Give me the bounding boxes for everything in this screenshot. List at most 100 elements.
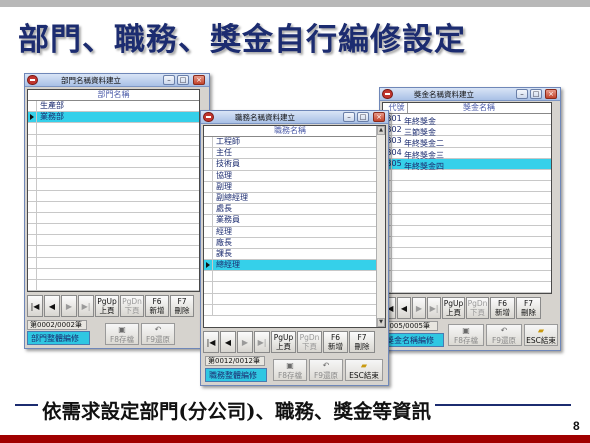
page-down-button[interactable]: PgDn 下頁 <box>466 297 489 319</box>
job-edit-tab[interactable]: 職務整體編修 <box>205 368 267 382</box>
prev-record-button[interactable]: ◀ <box>44 295 60 317</box>
table-row[interactable] <box>383 248 551 260</box>
scroll-down-arrow[interactable]: ▼ <box>377 318 385 327</box>
job-titlebar[interactable]: 職務名稱資料建立 – □ × <box>201 111 388 124</box>
page-up-button[interactable]: PgUp 上頁 <box>442 297 465 319</box>
column-header[interactable]: 職務名稱 <box>204 126 376 137</box>
table-row[interactable] <box>383 270 551 282</box>
delete-button[interactable]: F7 刪除 <box>516 297 541 319</box>
table-row[interactable] <box>28 246 199 258</box>
table-row[interactable] <box>383 281 551 293</box>
exit-button[interactable]: ▰ ESC結束 <box>524 324 558 346</box>
table-row[interactable] <box>28 179 199 191</box>
minimize-button[interactable]: – <box>516 89 528 99</box>
table-row[interactable]: 副理 <box>204 181 376 193</box>
bonus-grid[interactable]: 代號 獎金名稱 B01 年終獎金 B02 三節獎金 B03 年終獎金二 B04 年終獎金三 B0… <box>382 102 552 294</box>
table-row[interactable] <box>28 268 199 280</box>
table-row[interactable] <box>383 214 551 226</box>
first-record-button[interactable]: |◀ <box>27 295 43 317</box>
table-row[interactable]: B01 年終獎金 <box>383 114 551 126</box>
table-row[interactable] <box>383 259 551 271</box>
last-record-button[interactable]: ▶| <box>254 331 270 353</box>
table-row[interactable] <box>204 304 376 316</box>
table-row[interactable] <box>383 225 551 238</box>
job-grid[interactable]: 職務名稱 工程師 主任 技術員 協理 副理 副總經理 處長 業務員 經理 廠長 課長 總經理 ▲ ▼ <box>203 125 386 328</box>
table-row[interactable] <box>28 168 199 180</box>
table-row[interactable] <box>28 190 199 202</box>
bonus-edit-tab[interactable]: 獎金名稱編修 <box>382 333 444 347</box>
table-row[interactable] <box>28 156 199 169</box>
minimize-button[interactable]: – <box>163 75 175 85</box>
undo-button[interactable]: ↶ F9還原 <box>486 324 522 346</box>
close-button[interactable]: × <box>193 75 205 85</box>
table-row[interactable]: 經理 <box>204 226 376 238</box>
prev-record-button[interactable]: ◀ <box>397 297 411 319</box>
next-record-button[interactable]: ▶ <box>237 331 253 353</box>
table-row[interactable]: 工程師 <box>204 137 376 149</box>
dept-grid[interactable]: 部門名稱 生產部 業務部 <box>27 89 200 292</box>
table-row[interactable] <box>28 134 199 146</box>
table-row[interactable] <box>204 271 376 283</box>
maximize-button[interactable]: □ <box>357 112 369 122</box>
undo-button[interactable]: ↶ F9還原 <box>309 359 343 381</box>
save-button[interactable]: ▣ F8存檔 <box>105 323 139 345</box>
table-row[interactable]: 主任 <box>204 148 376 160</box>
first-record-button[interactable]: |◀ <box>203 331 219 353</box>
table-row[interactable] <box>383 203 551 215</box>
prev-record-button[interactable]: ◀ <box>220 331 236 353</box>
save-button[interactable]: ▣ F8存檔 <box>273 359 307 381</box>
table-row[interactable]: B04 年終獎金三 <box>383 147 551 160</box>
minimize-button[interactable]: – <box>343 112 355 122</box>
table-row[interactable]: 業務部 <box>28 112 199 124</box>
save-button[interactable]: ▣ F8存檔 <box>448 324 484 346</box>
table-row[interactable]: 業務員 <box>204 215 376 227</box>
scroll-up-arrow[interactable]: ▲ <box>377 126 385 135</box>
delete-button[interactable]: F7 刪除 <box>170 295 194 317</box>
app-icon[interactable] <box>27 75 38 85</box>
add-button[interactable]: F6 新增 <box>323 331 348 353</box>
table-row[interactable] <box>28 123 199 135</box>
add-button[interactable]: F6 新增 <box>145 295 169 317</box>
page-up-button[interactable]: PgUp 上頁 <box>271 331 296 353</box>
table-row[interactable] <box>204 293 376 305</box>
delete-button[interactable]: F7 刪除 <box>349 331 375 353</box>
table-row[interactable] <box>383 192 551 204</box>
close-button[interactable]: × <box>373 112 385 122</box>
table-row[interactable]: 副總經理 <box>204 192 376 205</box>
table-row[interactable] <box>28 212 199 225</box>
dept-edit-tab[interactable]: 部門整體編修 <box>27 331 90 345</box>
page-down-button[interactable]: PgDn 下頁 <box>120 295 144 317</box>
last-record-button[interactable]: ▶| <box>78 295 94 317</box>
table-row[interactable] <box>28 280 199 291</box>
app-icon[interactable] <box>203 112 214 122</box>
table-row[interactable] <box>383 181 551 193</box>
maximize-button[interactable]: □ <box>530 89 542 99</box>
table-row[interactable] <box>383 169 551 182</box>
close-button[interactable]: × <box>545 89 557 99</box>
table-row[interactable]: 生產部 <box>28 101 199 113</box>
table-row[interactable]: 課長 <box>204 248 376 261</box>
vertical-scrollbar[interactable]: ▲ ▼ <box>376 126 385 327</box>
undo-button[interactable]: ↶ F9還原 <box>141 323 175 345</box>
table-row[interactable]: 總經理 <box>204 260 376 272</box>
table-row[interactable]: 處長 <box>204 204 376 216</box>
table-row[interactable] <box>28 235 199 247</box>
table-row[interactable]: B05 年終獎金四 <box>383 158 551 171</box>
maximize-button[interactable]: □ <box>177 75 189 85</box>
page-down-button[interactable]: PgDn 下頁 <box>297 331 322 353</box>
column-header[interactable]: 代號 獎金名稱 <box>383 103 551 114</box>
table-row[interactable]: B02 三節獎金 <box>383 125 551 137</box>
table-row[interactable]: B03 年終獎金二 <box>383 136 551 148</box>
table-row[interactable] <box>204 282 376 294</box>
exit-button[interactable]: ▰ ESC結束 <box>345 359 383 381</box>
table-row[interactable] <box>28 201 199 213</box>
add-button[interactable]: F6 新增 <box>490 297 515 319</box>
app-icon[interactable] <box>382 89 393 99</box>
table-row[interactable] <box>28 145 199 157</box>
table-row[interactable]: 協理 <box>204 170 376 182</box>
dept-titlebar[interactable]: 部門名稱資料建立 – □ × <box>25 74 209 87</box>
page-up-button[interactable]: PgUp 上頁 <box>95 295 119 317</box>
table-row[interactable]: 廠長 <box>204 237 376 249</box>
table-row[interactable] <box>383 237 551 249</box>
table-row[interactable]: 技術員 <box>204 159 376 171</box>
